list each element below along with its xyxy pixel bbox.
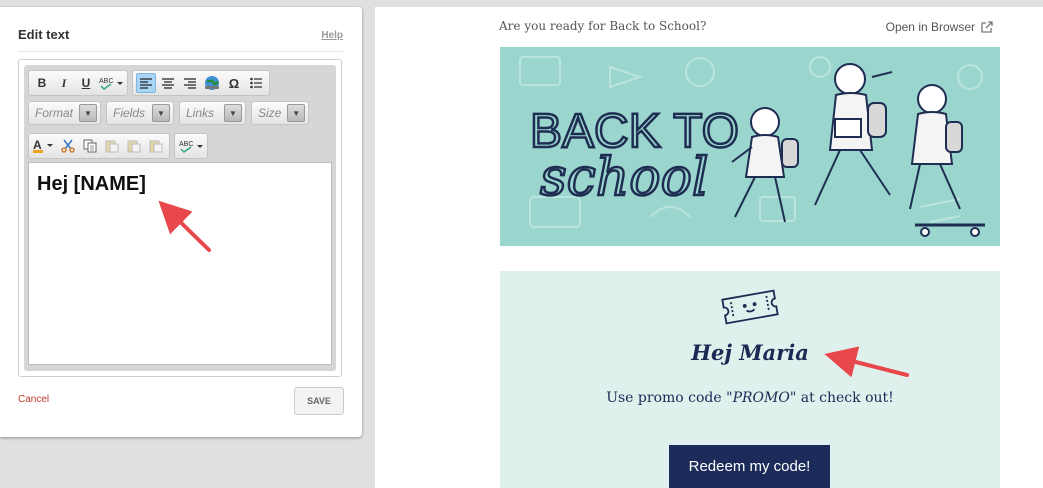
rich-text-editor: B I U ABC Ω Format ▼ Fields ▼ Links ▼ Si…: [18, 59, 342, 377]
greeting-heading: Hej Maria: [691, 340, 809, 365]
chevron-down-icon: ▼: [224, 104, 242, 122]
links-dropdown[interactable]: Links ▼: [179, 101, 246, 125]
external-link-icon: [981, 21, 993, 33]
size-label: Size: [258, 106, 282, 120]
fields-label: Fields: [113, 106, 146, 120]
svg-text:ABC: ABC: [179, 141, 193, 148]
open-in-browser-link[interactable]: Open in Browser: [886, 20, 993, 34]
svg-text:A: A: [33, 138, 42, 152]
ticket-icon: [721, 289, 779, 325]
bold-icon: B: [37, 76, 47, 90]
banner-illustration: BACK TO school: [519, 56, 985, 237]
align-left-icon: [140, 77, 152, 89]
paste-icon: [105, 140, 119, 153]
fields-dropdown[interactable]: Fields ▼: [106, 101, 174, 125]
preview-top-strip: [375, 0, 1043, 7]
cancel-link[interactable]: Cancel: [18, 394, 49, 405]
paste-word-button[interactable]: [146, 136, 166, 156]
chevron-down-icon: ▼: [287, 104, 305, 122]
underline-icon: U: [81, 76, 91, 90]
promo-prefix: Use promo code: [606, 390, 727, 406]
promo-content-box: Hej Maria Use promo code "PROMO" at chec…: [500, 271, 1000, 488]
bold-button[interactable]: B: [32, 73, 52, 93]
special-character-icon: Ω: [228, 75, 240, 91]
spellcheck-icon: ABC: [99, 78, 123, 90]
link-globe-icon: [205, 76, 219, 90]
toolbar-row-1: B I U ABC Ω: [28, 70, 270, 96]
special-character-button[interactable]: Ω: [224, 73, 244, 93]
text-style-group: B I U ABC: [28, 70, 128, 96]
paste-button[interactable]: [102, 136, 122, 156]
spellcheck-group: ABC: [174, 133, 208, 159]
svg-text:ABC: ABC: [99, 78, 113, 85]
chevron-down-icon: ▼: [79, 104, 97, 122]
email-preview: Are you ready for Back to School? Open i…: [375, 7, 1043, 488]
text-color-button[interactable]: A: [32, 136, 56, 156]
promo-text: Use promo code "PROMO" at check out!: [500, 390, 1000, 406]
align-right-button[interactable]: [180, 73, 200, 93]
panel-title: Edit text: [18, 27, 70, 42]
back-to-school-banner: BACK TO school: [500, 47, 1000, 246]
format-dropdown[interactable]: Format ▼: [28, 101, 101, 125]
paste-text-button[interactable]: [124, 136, 144, 156]
copy-icon: [83, 139, 97, 153]
paste-text-icon: [127, 140, 141, 153]
redeem-code-button[interactable]: Redeem my code!: [669, 445, 830, 488]
text-color-icon: A: [33, 138, 53, 153]
edit-text-panel: Edit text Help B I U ABC Ω Format ▼ Fiel…: [0, 7, 362, 437]
align-right-icon: [184, 77, 196, 89]
italic-icon: I: [61, 75, 67, 90]
open-in-browser-label: Open in Browser: [885, 20, 975, 34]
paste-word-icon: [149, 140, 163, 153]
align-center-button[interactable]: [158, 73, 178, 93]
editor-content-area[interactable]: Hej [NAME]: [28, 162, 332, 365]
underline-button[interactable]: U: [76, 73, 96, 93]
toolbar-row-2: Format ▼ Fields ▼ Links ▼ Size ▼: [28, 101, 309, 125]
copy-button[interactable]: [80, 136, 100, 156]
clipboard-group: A: [28, 133, 170, 159]
help-link[interactable]: Help: [321, 30, 343, 41]
editor-chrome: B I U ABC Ω Format ▼ Fields ▼ Links ▼ Si…: [24, 65, 336, 371]
banner-heading-line2: school: [540, 148, 709, 208]
links-label: Links: [186, 106, 215, 120]
size-dropdown[interactable]: Size ▼: [251, 101, 309, 125]
promo-code: "PROMO": [726, 390, 797, 406]
alignment-group: Ω: [132, 70, 270, 96]
bulleted-list-button[interactable]: [246, 73, 266, 93]
format-label: Format: [35, 106, 74, 120]
bulleted-list-icon: [250, 77, 262, 89]
promo-suffix: at check out!: [796, 390, 894, 406]
save-button[interactable]: SAVE: [294, 387, 344, 415]
italic-button[interactable]: I: [54, 73, 74, 93]
align-left-button[interactable]: [136, 73, 156, 93]
spellcheck-button-2[interactable]: ABC: [178, 136, 204, 156]
spellcheck-icon: ABC: [179, 141, 203, 153]
toolbar-row-3: A ABC: [28, 133, 208, 159]
cut-icon: [61, 139, 75, 153]
cut-button[interactable]: [58, 136, 78, 156]
divider: [18, 51, 343, 52]
preheader-text: Are you ready for Back to School?: [499, 19, 707, 33]
align-center-icon: [162, 77, 174, 89]
editor-content-text[interactable]: Hej [NAME]: [37, 173, 146, 196]
chevron-down-icon: ▼: [152, 104, 170, 122]
insert-link-button[interactable]: [202, 73, 222, 93]
spellcheck-button[interactable]: ABC: [98, 73, 124, 93]
